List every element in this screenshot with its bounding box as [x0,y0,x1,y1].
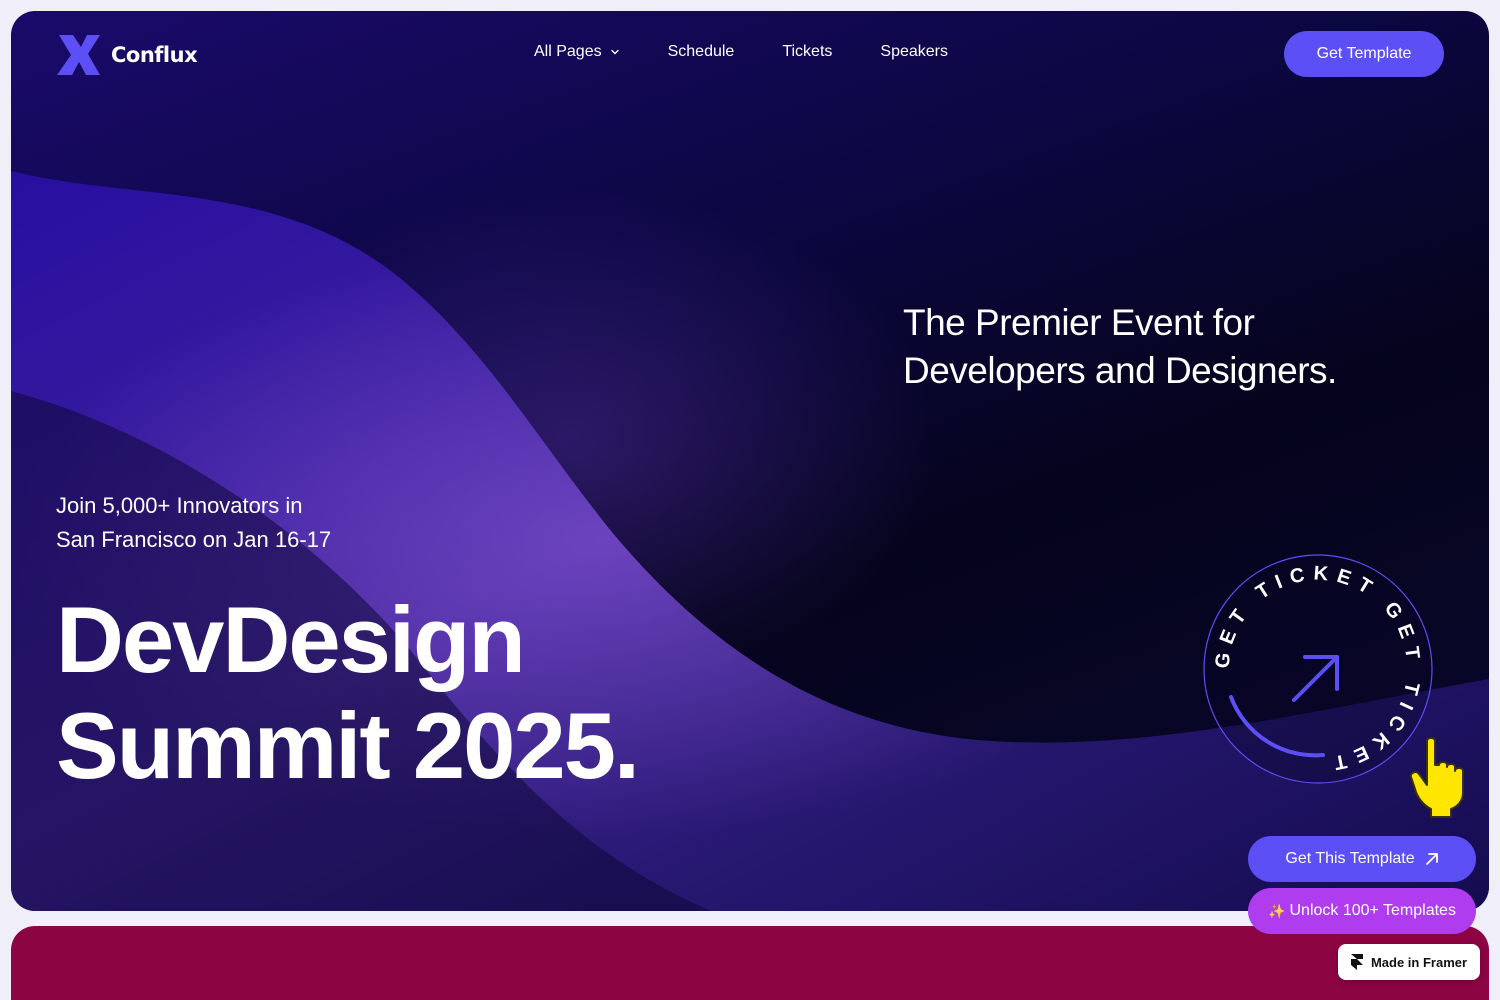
framer-logo-icon [1350,954,1363,970]
hero-tagline: The Premier Event for Developers and Des… [903,299,1423,395]
get-this-template-button[interactable]: Get This Template [1248,836,1476,882]
sparkle-icon: ✨ [1268,902,1286,919]
page-title-line: Summit 2025. [56,693,640,798]
tagline-line: The Premier Event for [903,302,1255,343]
get-template-button[interactable]: Get Template [1284,31,1444,77]
get-this-template-label: Get This Template [1285,850,1415,867]
event-details-line: Join 5,000+ Innovators in [56,493,303,518]
next-section [11,926,1489,1000]
page-title-line: DevDesign [56,587,526,692]
made-in-framer-label: Made in Framer [1370,954,1468,970]
brand-name: Conflux [111,43,198,67]
event-details: Join 5,000+ Innovators in San Francisco … [56,489,331,557]
nav-item-speakers[interactable]: Speakers [880,43,948,61]
nav-item-label: Schedule [667,43,735,60]
conflux-x-logo-icon [57,35,100,75]
chevron-down-icon [610,49,619,55]
nav-item-schedule[interactable]: Schedule [668,43,735,61]
page-title: DevDesign Summit 2025. [56,587,640,799]
tagline-line: Developers and Designers. [903,350,1337,391]
hand-pointer-icon [1409,737,1464,818]
made-in-framer-badge[interactable]: Made in Framer [1338,944,1480,980]
unlock-templates-button[interactable]: ✨ Unlock 100+ Templates [1248,888,1476,934]
nav-item-all-pages[interactable]: All Pages [534,43,620,61]
nav-item-label: Tickets [782,43,833,60]
nav-item-tickets[interactable]: Tickets [782,43,832,61]
arrow-up-right-icon [1425,853,1438,865]
unlock-templates-label: Unlock 100+ Templates [1289,902,1456,919]
nav-item-label: Speakers [880,43,948,60]
nav-item-label: All Pages [534,43,602,60]
get-ticket-badge[interactable]: GET TICKET GET TICKET [1201,552,1435,786]
brand[interactable]: Conflux [57,35,198,75]
event-details-line: San Francisco on Jan 16-17 [56,527,332,552]
main-nav: All Pages Schedule Tickets Speakers [534,43,948,61]
